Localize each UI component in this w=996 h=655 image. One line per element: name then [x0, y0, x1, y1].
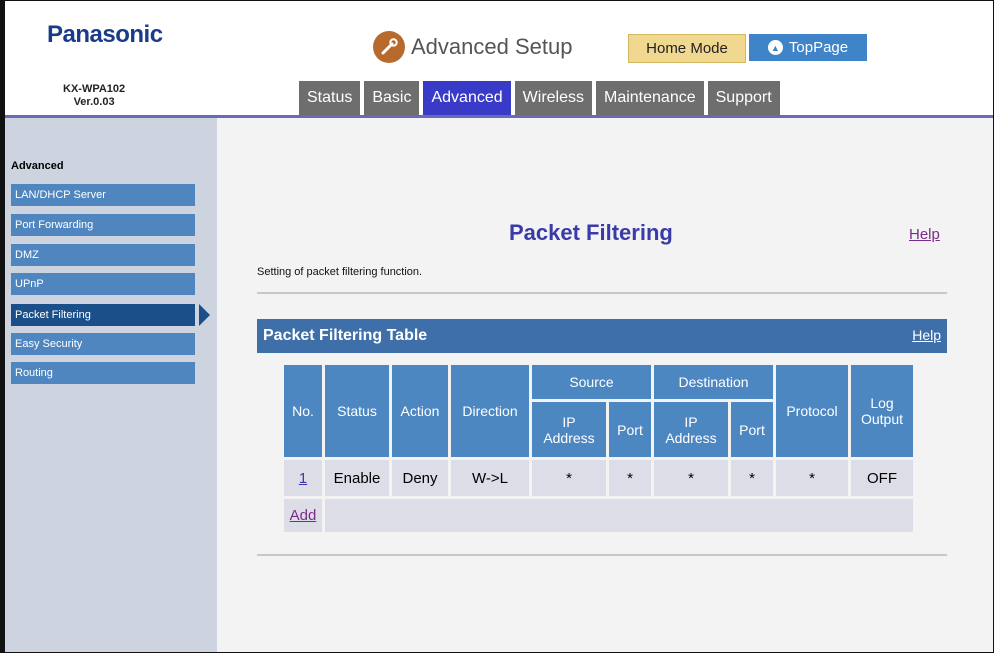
- table-help-link[interactable]: Help: [912, 327, 941, 343]
- col-no: No.: [284, 365, 322, 457]
- model-version: Ver.0.03: [73, 96, 115, 108]
- table-row: 1 Enable Deny W->L * * * * * OFF: [284, 460, 913, 496]
- help-link[interactable]: Help: [909, 226, 940, 243]
- top-bar: Panasonic KX-WPA102 Ver.0.03 Advanced Se…: [5, 1, 993, 118]
- cell-action: Deny: [392, 460, 448, 496]
- cell-direction: W->L: [451, 460, 529, 496]
- section-title: Advanced Setup: [373, 31, 572, 63]
- wrench-icon: [373, 31, 405, 63]
- cell-protocol: *: [776, 460, 848, 496]
- brand-logo: Panasonic: [47, 21, 163, 48]
- add-link[interactable]: Add: [290, 507, 317, 524]
- col-log-line2: Output: [860, 411, 904, 427]
- packet-filtering-table: No. Status Action Direction Source Desti…: [281, 362, 916, 535]
- col-source-ip-line2: Address: [543, 429, 595, 446]
- sidebar-item-lan-dhcp-server[interactable]: LAN/DHCP Server: [11, 184, 195, 206]
- table-title: Packet Filtering Table: [263, 327, 428, 344]
- col-dest-port: Port: [731, 402, 773, 457]
- divider: [257, 292, 947, 294]
- col-dest-ip-line1: IP: [684, 413, 698, 430]
- active-pointer-arrow-icon: [199, 304, 210, 326]
- page-title: Packet Filtering: [509, 220, 673, 245]
- tab-maintenance[interactable]: Maintenance: [596, 81, 704, 115]
- bottom-divider: [257, 554, 947, 556]
- app-frame: Panasonic KX-WPA102 Ver.0.03 Advanced Se…: [0, 0, 994, 653]
- col-status: Status: [325, 365, 389, 457]
- sidebar-heading: Advanced: [11, 160, 64, 172]
- sidebar-item-easy-security[interactable]: Easy Security: [11, 333, 195, 355]
- tab-basic[interactable]: Basic: [364, 81, 420, 115]
- sidebar: Advanced LAN/DHCP Server Port Forwarding…: [5, 118, 217, 652]
- table-title-bar: Packet Filtering Table Help: [257, 319, 947, 353]
- arrow-up-icon: ▲: [767, 40, 783, 55]
- col-log-line1: Log: [870, 395, 894, 411]
- cell-source-port: *: [609, 460, 651, 496]
- add-row-filler: [325, 499, 913, 532]
- main-tabs: Status Basic Advanced Wireless Maintenan…: [299, 81, 780, 115]
- main-content: Packet Filtering Help Setting of packet …: [217, 118, 993, 652]
- sidebar-item-packet-filtering[interactable]: Packet Filtering: [11, 304, 195, 326]
- col-source: Source: [532, 365, 651, 399]
- cell-no[interactable]: 1: [284, 460, 322, 496]
- col-log-output: Log Output: [851, 365, 913, 457]
- model-name: KX-WPA102: [63, 83, 126, 95]
- rule-link[interactable]: 1: [299, 470, 307, 487]
- page-description: Setting of packet filtering function.: [257, 266, 423, 278]
- model-info: KX-WPA102 Ver.0.03: [63, 83, 125, 109]
- col-protocol: Protocol: [776, 365, 848, 457]
- cell-dest-ip: *: [654, 460, 728, 496]
- sidebar-item-upnp[interactable]: UPnP: [11, 273, 195, 295]
- sidebar-item-routing[interactable]: Routing: [11, 362, 195, 384]
- col-source-ip-line1: IP: [562, 413, 576, 430]
- cell-dest-port: *: [731, 460, 773, 496]
- cell-status: Enable: [325, 460, 389, 496]
- col-dest-ip: IP Address: [654, 402, 728, 457]
- tab-support[interactable]: Support: [707, 81, 780, 115]
- home-mode-button[interactable]: Home Mode: [628, 34, 746, 63]
- col-source-port: Port: [609, 402, 651, 457]
- add-row: Add: [284, 499, 913, 532]
- cell-log: OFF: [851, 460, 913, 496]
- toppage-button[interactable]: ▲ TopPage: [749, 34, 867, 61]
- col-dest-ip-line2: Address: [665, 429, 717, 446]
- tab-advanced[interactable]: Advanced: [423, 81, 511, 115]
- cell-source-ip: *: [532, 460, 606, 496]
- col-destination: Destination: [654, 365, 773, 399]
- sidebar-item-port-forwarding[interactable]: Port Forwarding: [11, 214, 195, 236]
- cell-add: Add: [284, 499, 322, 532]
- toppage-label: TopPage: [788, 39, 849, 56]
- col-source-ip: IP Address: [532, 402, 606, 457]
- tab-wireless[interactable]: Wireless: [514, 81, 592, 115]
- sidebar-item-dmz[interactable]: DMZ: [11, 244, 195, 266]
- tab-status[interactable]: Status: [299, 81, 361, 115]
- col-action: Action: [392, 365, 448, 457]
- section-title-text: Advanced Setup: [411, 34, 573, 59]
- col-direction: Direction: [451, 365, 529, 457]
